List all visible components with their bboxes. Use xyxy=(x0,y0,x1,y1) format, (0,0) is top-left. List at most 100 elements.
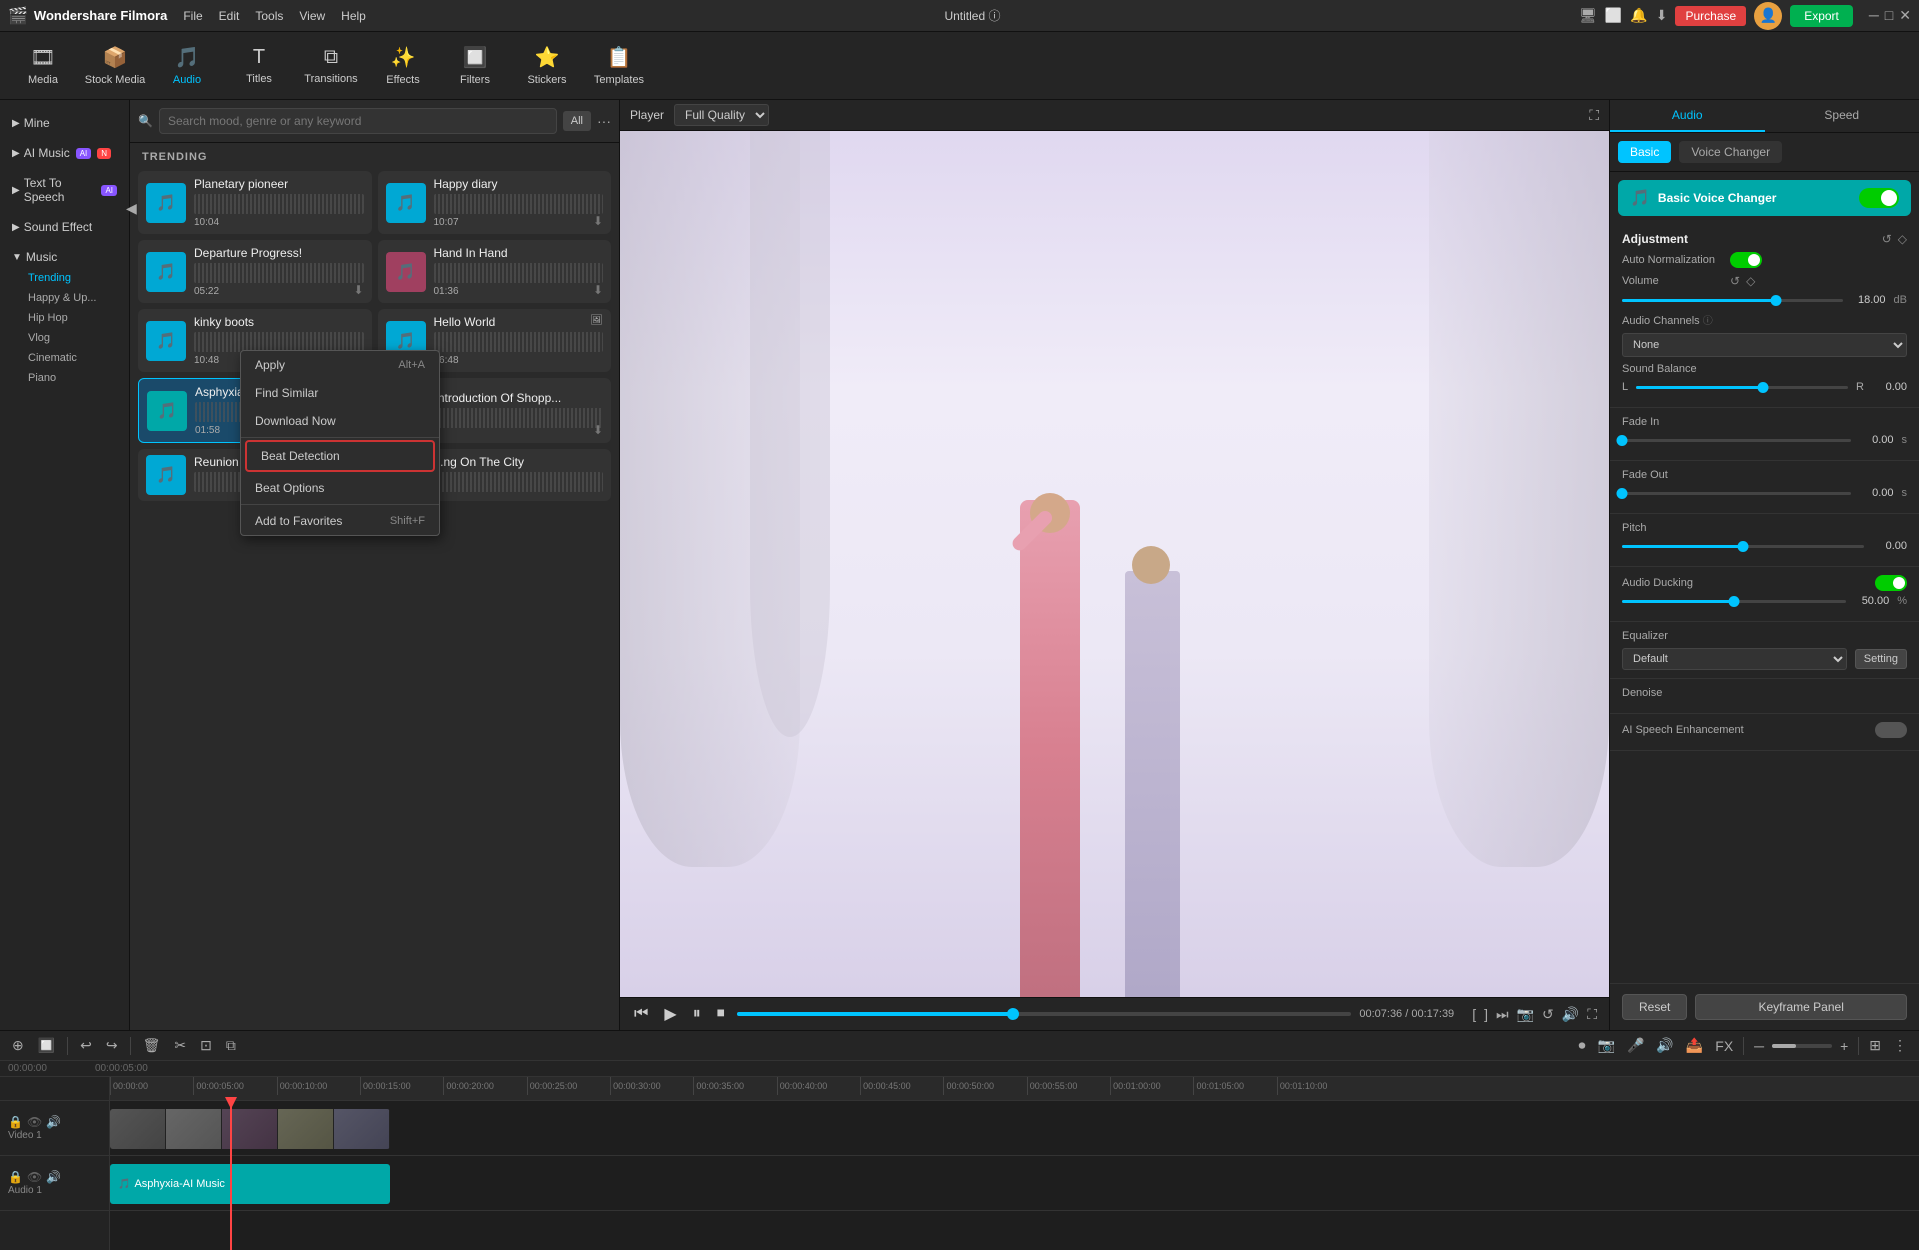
audio-ducking-toggle[interactable] xyxy=(1875,575,1907,591)
sidebar-item-happy[interactable]: Happy & Up... xyxy=(24,288,121,308)
download-icon-8[interactable]: ⬇ xyxy=(593,423,603,437)
player-expand-icon[interactable]: ⛶ xyxy=(1589,107,1599,124)
sidebar-item-piano[interactable]: Piano xyxy=(24,368,121,388)
tl-zoom-out-icon[interactable]: ─ xyxy=(1750,1036,1768,1056)
audio-ducking-handle[interactable] xyxy=(1729,596,1740,607)
snapshot-icon[interactable]: 📷 xyxy=(1515,1004,1536,1025)
progress-bar[interactable] xyxy=(737,1012,1352,1016)
ai-speech-toggle[interactable] xyxy=(1875,722,1907,738)
track-lock-icon-a[interactable]: 🔒 xyxy=(8,1170,23,1184)
play-button[interactable]: ▶ xyxy=(660,1002,680,1026)
ctx-add-favorites[interactable]: Add to Favorites Shift+F xyxy=(241,507,439,535)
toolbar-templates[interactable]: 📋 Templates xyxy=(584,36,654,96)
track-eye-icon-a[interactable]: 👁 xyxy=(27,1170,42,1184)
left-section-tts-header[interactable]: ▶ Text To Speech AI xyxy=(8,172,121,208)
export-button[interactable]: Export xyxy=(1790,5,1853,27)
tl-fx-icon[interactable]: FX xyxy=(1711,1036,1737,1056)
rotate-icon[interactable]: ↺ xyxy=(1540,1004,1556,1025)
tl-zoom-in-icon[interactable]: + xyxy=(1836,1036,1852,1056)
mark-out-icon[interactable]: ] xyxy=(1482,1004,1490,1025)
left-section-sfx-header[interactable]: ▶ Sound Effect xyxy=(8,216,121,238)
window-minimize[interactable]: ─ xyxy=(1869,7,1879,24)
sidebar-item-cinematic[interactable]: Cinematic xyxy=(24,348,121,368)
download-icon-2[interactable]: ⬇ xyxy=(593,214,603,228)
sidebar-item-hiphop[interactable]: Hip Hop xyxy=(24,308,121,328)
stop-button[interactable]: ⏹ xyxy=(713,1003,729,1025)
tl-magnet-icon[interactable]: 🔲 xyxy=(34,1035,59,1056)
toolbar-audio[interactable]: 🎵 Audio xyxy=(152,36,222,96)
window-maximize[interactable]: □ xyxy=(1885,7,1893,24)
window-close[interactable]: ✕ xyxy=(1899,7,1911,24)
mark-in-icon[interactable]: [ xyxy=(1470,1004,1478,1025)
equalizer-setting-button[interactable]: Setting xyxy=(1855,649,1907,669)
search-input[interactable] xyxy=(159,108,557,134)
keyframe-panel-button[interactable]: Keyframe Panel xyxy=(1695,994,1907,1020)
ctx-download-now[interactable]: Download Now xyxy=(241,407,439,435)
reset-icon[interactable]: ↺ xyxy=(1882,232,1892,246)
volume-icon[interactable]: 🔊 xyxy=(1560,1004,1581,1025)
menu-view[interactable]: View xyxy=(299,9,325,23)
tab-speed[interactable]: Speed xyxy=(1765,100,1919,132)
ctx-find-similar[interactable]: Find Similar xyxy=(241,379,439,407)
tl-add-icon[interactable]: ⊕ xyxy=(8,1035,28,1056)
download-icon-4[interactable]: ⬇ xyxy=(593,283,603,297)
tl-cam-icon[interactable]: 📷 xyxy=(1594,1035,1619,1056)
pitch-handle[interactable] xyxy=(1738,541,1749,552)
tl-mic-icon[interactable]: 🎤 xyxy=(1623,1035,1648,1056)
tl-delete-icon[interactable]: 🗑 xyxy=(139,1035,165,1056)
subtab-voice-changer[interactable]: Voice Changer xyxy=(1679,141,1782,163)
fade-in-slider[interactable] xyxy=(1622,439,1851,442)
tl-voice-icon[interactable]: 🔊 xyxy=(1652,1035,1677,1056)
audio-card-3[interactable]: 🎵 Departure Progress! 05:22 ⬇ xyxy=(138,240,372,303)
left-section-mine-header[interactable]: ▶ Mine xyxy=(8,112,121,134)
sidebar-item-trending[interactable]: Trending xyxy=(24,268,121,288)
playhead[interactable] xyxy=(230,1101,232,1250)
voice-changer-toggle[interactable] xyxy=(1859,188,1899,208)
toolbar-stickers[interactable]: ⭐ Stickers xyxy=(512,36,582,96)
audio-card-2[interactable]: 🎵 Happy diary 10:07 ⬇ xyxy=(378,171,612,234)
tl-crop-icon[interactable]: ⊡ xyxy=(196,1035,216,1056)
track-eye-icon[interactable]: 👁 xyxy=(27,1115,42,1129)
toolbar-effects[interactable]: ✨ Effects xyxy=(368,36,438,96)
tl-split-icon[interactable]: ⧉ xyxy=(222,1035,240,1056)
volume-reset-icon[interactable]: ↺ xyxy=(1730,274,1740,288)
quality-select[interactable]: Full Quality 1/2 Quality 1/4 Quality xyxy=(674,104,769,126)
rewind-button[interactable]: ⏮ xyxy=(630,1003,652,1025)
user-avatar[interactable]: 👤 xyxy=(1754,2,1782,30)
sidebar-item-vlog[interactable]: Vlog xyxy=(24,328,121,348)
fullscreen-icon[interactable]: ⛶ xyxy=(1585,1004,1599,1025)
download-icon-3[interactable]: ⬇ xyxy=(353,283,363,297)
step-forward-icon[interactable]: ⏭ xyxy=(1494,1004,1511,1025)
tl-undo-icon[interactable]: ↩ xyxy=(76,1035,96,1056)
subtab-basic[interactable]: Basic xyxy=(1618,141,1671,163)
menu-file[interactable]: File xyxy=(183,9,202,23)
purchase-button[interactable]: Purchase xyxy=(1675,6,1746,26)
ctx-beat-options[interactable]: Beat Options xyxy=(241,474,439,502)
toolbar-media[interactable]: 🎞 Media xyxy=(8,36,78,96)
volume-keyframe-icon[interactable]: ◇ xyxy=(1746,274,1755,288)
collapse-panel-icon[interactable]: ◀ xyxy=(126,200,137,217)
timeline-ruler[interactable]: 00:00:00 00:00:05:00 00:00:10:00 00:00:1… xyxy=(110,1077,1919,1101)
keyframe-icon[interactable]: ◇ xyxy=(1898,232,1907,246)
fade-in-handle[interactable] xyxy=(1617,435,1628,446)
audio-ducking-slider[interactable] xyxy=(1622,600,1846,603)
progress-handle[interactable] xyxy=(1007,1008,1019,1020)
sound-balance-slider[interactable] xyxy=(1636,386,1848,389)
audio-card-4[interactable]: 🎵 Hand In Hand 01:36 ⬇ xyxy=(378,240,612,303)
track-lock-icon[interactable]: 🔒 xyxy=(8,1115,23,1129)
tl-redo-icon[interactable]: ↪ xyxy=(102,1035,122,1056)
audio-clip[interactable]: 🎵 Asphyxia-AI Music xyxy=(110,1164,390,1204)
video-clip[interactable] xyxy=(110,1109,390,1149)
fade-out-slider[interactable] xyxy=(1622,492,1851,495)
equalizer-select[interactable]: Default Rock Pop Jazz xyxy=(1622,648,1847,670)
auto-normalization-toggle[interactable] xyxy=(1730,252,1762,268)
tl-rec-icon[interactable]: ⏺ xyxy=(1575,1035,1590,1056)
sound-balance-handle[interactable] xyxy=(1758,382,1769,393)
ctx-beat-detection[interactable]: Beat Detection xyxy=(245,440,435,472)
toolbar-transitions[interactable]: ⧉ Transitions xyxy=(296,36,366,96)
tl-more-icon[interactable]: ⋮ xyxy=(1889,1035,1911,1056)
volume-handle[interactable] xyxy=(1771,295,1782,306)
menu-help[interactable]: Help xyxy=(341,9,366,23)
menu-edit[interactable]: Edit xyxy=(219,9,240,23)
more-options-icon[interactable]: ··· xyxy=(597,113,611,129)
